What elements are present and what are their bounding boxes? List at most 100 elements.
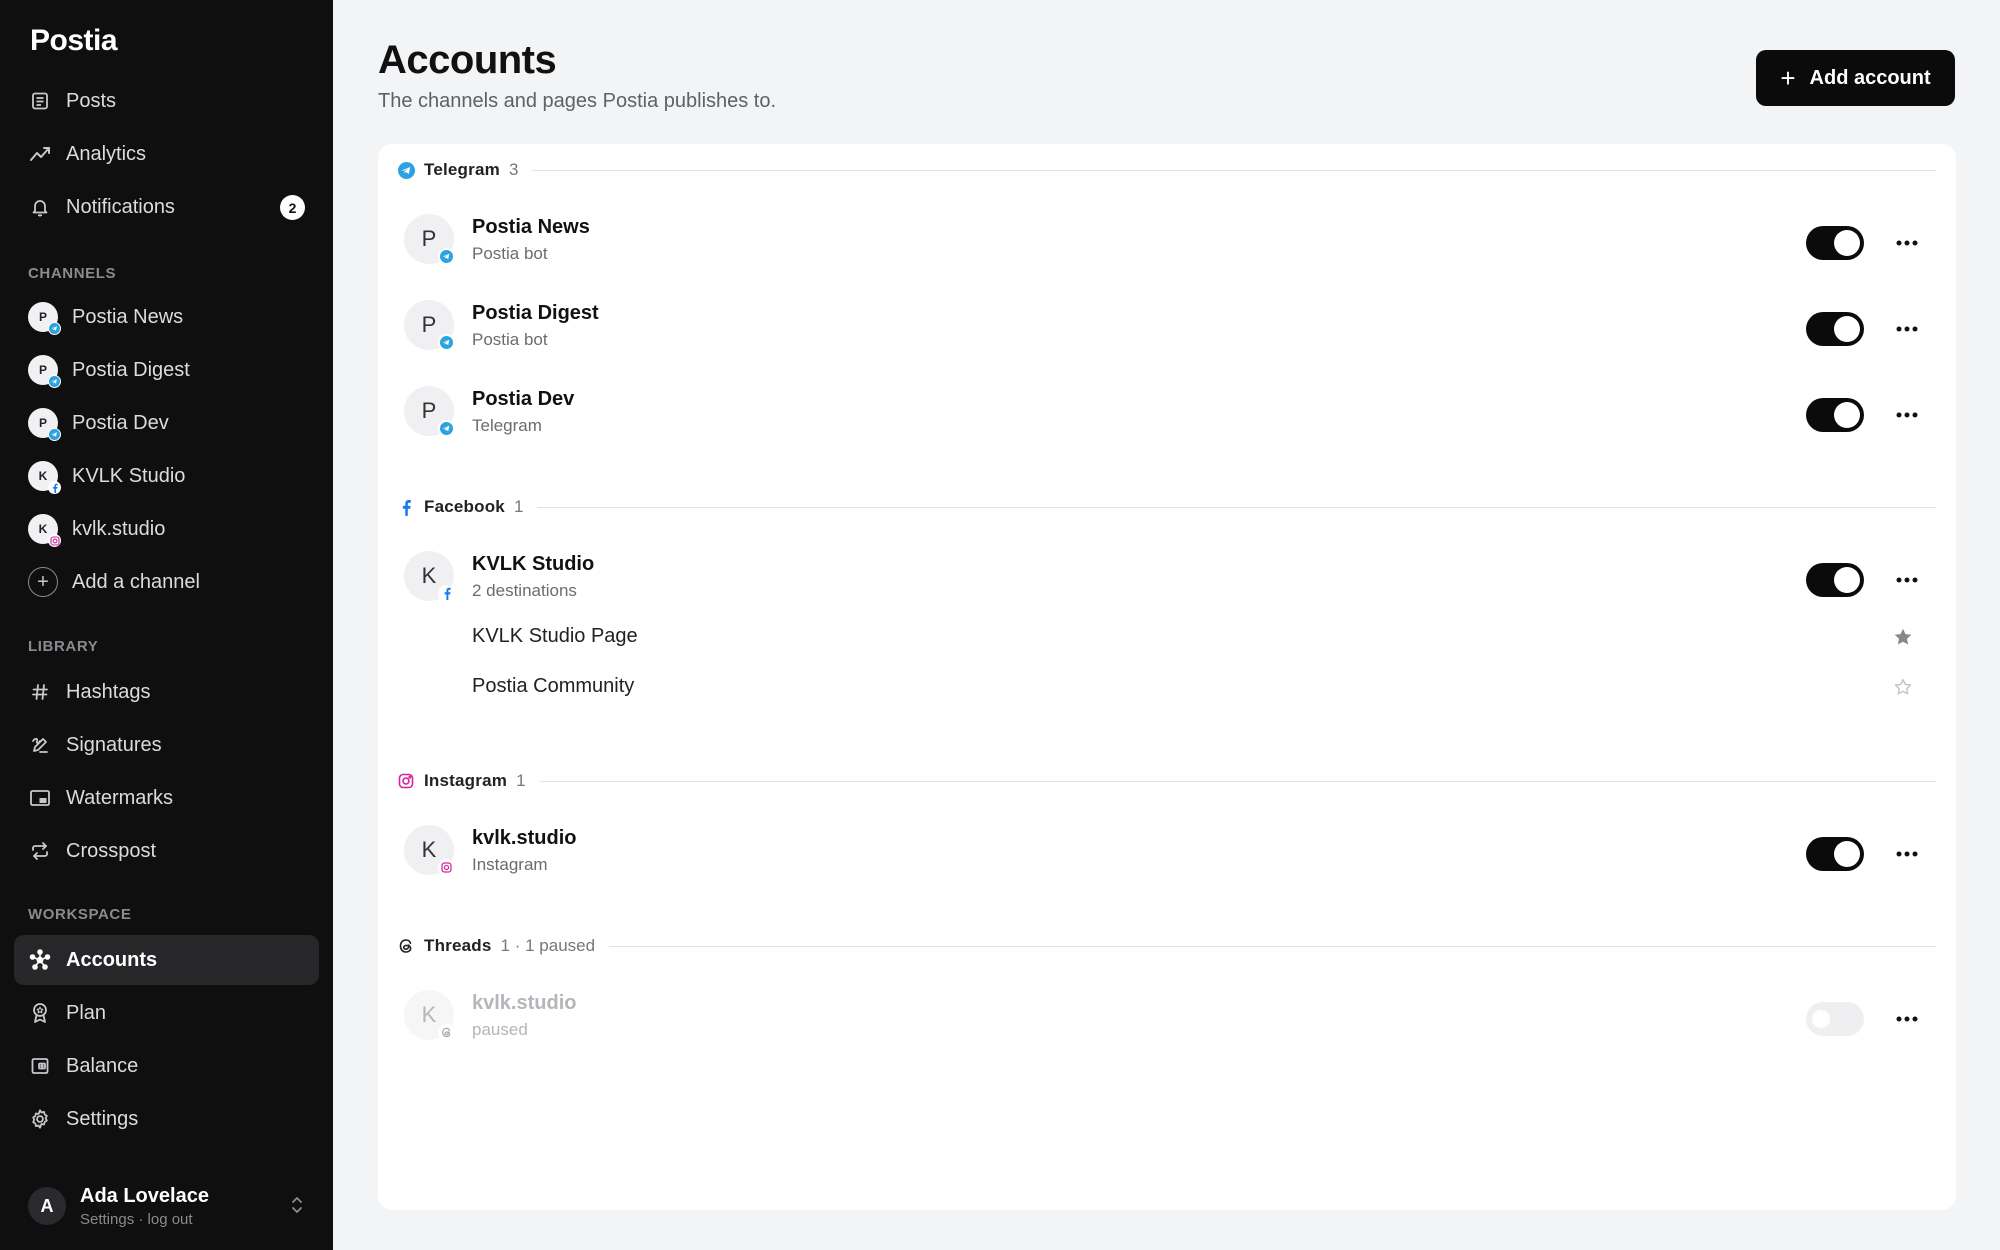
account-avatar: K [404, 825, 455, 876]
sidebar-channel-kvlk-studio-instagram[interactable]: K kvlk.studio [14, 504, 319, 554]
nav-balance[interactable]: Balance [14, 1041, 319, 1091]
telegram-icon [48, 375, 61, 388]
more-options-icon[interactable] [1892, 565, 1922, 595]
nav-settings[interactable]: Settings [14, 1094, 319, 1144]
signature-pen-icon [29, 734, 51, 756]
accounts-card: Telegram 3 P Postia News Postia bot P Po… [378, 144, 1956, 1210]
divider [539, 780, 1936, 782]
nav-plan[interactable]: Plan [14, 988, 319, 1038]
award-badge-icon [29, 1002, 51, 1024]
add-account-button[interactable]: + Add account [1756, 50, 1955, 106]
sidebar-channel-postia-dev[interactable]: P Postia Dev [14, 398, 319, 448]
account-avatar: K [404, 990, 455, 1041]
group-header-threads: Threads 1 · 1 paused [396, 933, 1936, 959]
group-count: 3 [508, 160, 519, 179]
repeat-icon [29, 840, 51, 862]
account-avatar: P [404, 214, 455, 265]
account-enabled-toggle[interactable] [1806, 1002, 1864, 1036]
group-name: Facebook [424, 497, 505, 516]
nav-analytics[interactable]: Analytics [14, 129, 319, 179]
more-options-icon[interactable] [1892, 228, 1922, 258]
account-row[interactable]: K KVLK Studio 2 destinations [404, 543, 1924, 609]
nav-label: Analytics [66, 142, 147, 165]
divider [609, 945, 1936, 947]
hashtag-icon [29, 681, 51, 703]
sidebar-channel-kvlk-studio[interactable]: K KVLK Studio [14, 451, 319, 501]
destination-name: KVLK Studio Page [472, 625, 638, 647]
nav-accounts[interactable]: Accounts [14, 935, 319, 985]
facebook-icon [48, 481, 61, 494]
nav-label: Accounts [66, 948, 158, 971]
nav-notifications[interactable]: Notifications 2 [14, 182, 319, 232]
nav-watermarks[interactable]: Watermarks [14, 773, 319, 823]
account-row[interactable]: P Postia Dev Telegram [404, 378, 1924, 444]
more-options-icon[interactable] [1892, 314, 1922, 344]
picture-in-picture-icon [29, 787, 51, 809]
nav-label: Hashtags [66, 680, 151, 703]
instagram-icon [48, 534, 61, 547]
channel-label: Postia News [72, 305, 184, 328]
nav-hashtags[interactable]: Hashtags [14, 667, 319, 717]
account-row[interactable]: P Postia News Postia bot [404, 206, 1924, 272]
app-logo[interactable]: Postia [30, 24, 118, 58]
instagram-icon [438, 859, 455, 876]
nav-label: Posts [66, 89, 117, 112]
telegram-icon [48, 428, 61, 441]
channels-section-label: CHANNELS [28, 265, 117, 282]
sidebar-channel-postia-digest[interactable]: P Postia Digest [14, 345, 319, 395]
account-name: kvlk.studio [472, 992, 577, 1014]
channel-avatar: P [28, 355, 61, 388]
account-row[interactable]: P Postia Digest Postia bot [404, 292, 1924, 358]
library-section-label: LIBRARY [28, 638, 99, 655]
sidebar-channel-postia-news[interactable]: P Postia News [14, 292, 319, 342]
star-filled-icon[interactable] [1890, 624, 1916, 650]
account-row[interactable]: K kvlk.studio paused [404, 982, 1924, 1048]
nav-crosspost[interactable]: Crosspost [14, 826, 319, 876]
account-enabled-toggle[interactable] [1806, 563, 1864, 597]
add-channel-button[interactable]: + Add a channel [14, 557, 319, 607]
account-subtitle: Postia bot [472, 330, 548, 349]
nav-signatures[interactable]: Signatures [14, 720, 319, 770]
star-outline-icon[interactable] [1890, 674, 1916, 700]
nav-label: Signatures [66, 733, 162, 756]
telegram-icon [48, 322, 61, 335]
group-count: 1 · 1 paused [500, 936, 596, 955]
account-enabled-toggle[interactable] [1806, 226, 1864, 260]
account-subtitle: Postia bot [472, 244, 548, 263]
user-menu[interactable]: A Ada Lovelace Settings · log out [28, 1180, 313, 1232]
wallet-icon [29, 1055, 51, 1077]
user-avatar: A [28, 1187, 66, 1225]
plus-icon: + [28, 567, 58, 597]
nav-posts[interactable]: Posts [14, 76, 319, 126]
facebook-icon [396, 497, 416, 517]
group-name: Telegram [424, 160, 500, 179]
page-subtitle: The channels and pages Postia publishes … [378, 90, 777, 112]
account-avatar: K [404, 551, 455, 602]
account-avatar: P [404, 300, 455, 351]
destination-row[interactable]: KVLK Studio Page [472, 618, 1922, 658]
channel-avatar: K [28, 461, 61, 494]
account-enabled-toggle[interactable] [1806, 398, 1864, 432]
account-enabled-toggle[interactable] [1806, 837, 1864, 871]
account-subtitle: Telegram [472, 416, 542, 435]
account-enabled-toggle[interactable] [1806, 312, 1864, 346]
more-options-icon[interactable] [1892, 1004, 1922, 1034]
more-options-icon[interactable] [1892, 400, 1922, 430]
telegram-icon [438, 420, 455, 437]
add-channel-label: Add a channel [72, 570, 200, 593]
notification-count-badge: 2 [280, 195, 305, 220]
page-title: Accounts [378, 38, 557, 82]
channel-avatar: P [28, 408, 61, 441]
nav-label: Crosspost [66, 839, 157, 862]
nav-label: Plan [66, 1001, 107, 1024]
nav-label: Balance [66, 1054, 139, 1077]
user-links: Settings · log out [80, 1210, 193, 1228]
bell-icon [29, 196, 51, 218]
account-row[interactable]: K kvlk.studio Instagram [404, 817, 1924, 883]
more-options-icon[interactable] [1892, 839, 1922, 869]
nav-label: Watermarks [66, 786, 174, 809]
group-count: 1 [513, 497, 524, 516]
sidebar: Postia Posts Analytics Notifications 2 C… [0, 0, 333, 1250]
destination-row[interactable]: Postia Community [472, 668, 1922, 708]
account-name: Postia News [472, 216, 590, 238]
